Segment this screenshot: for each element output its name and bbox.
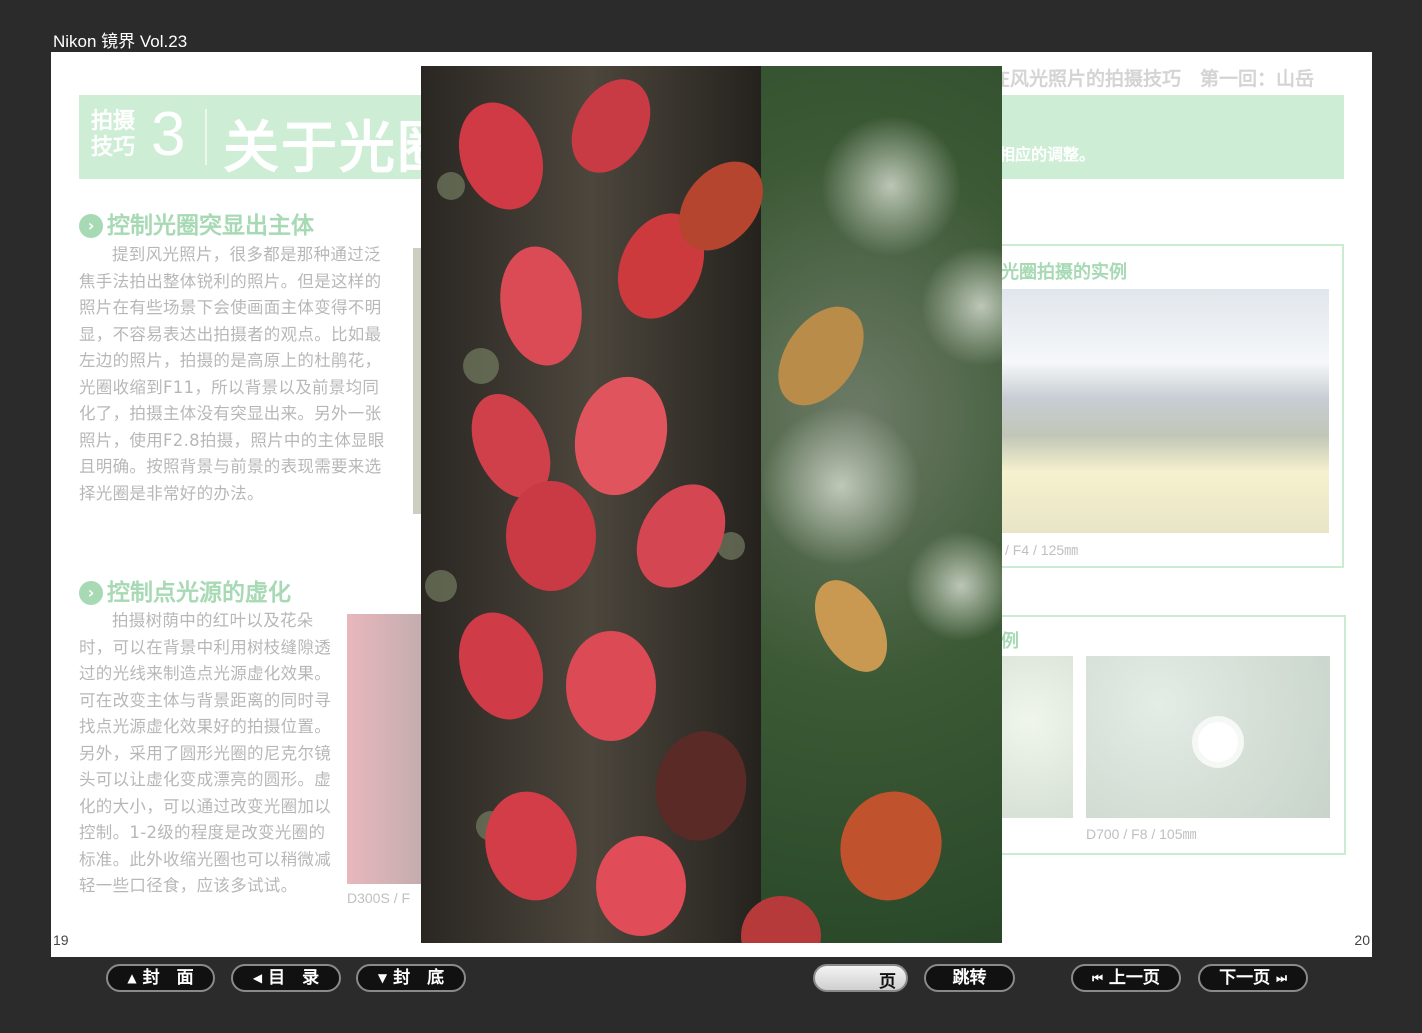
back-cover-button[interactable]: ▼ 封 底 xyxy=(356,964,466,992)
section2-heading: › 控制点光源的虚化 xyxy=(79,573,291,607)
next-page-button[interactable]: 下一页 ⏭ xyxy=(1198,964,1308,992)
example-box-2-caption: D700 / F8 / 105㎜ xyxy=(1086,826,1197,842)
example-box-1-caption: / F4 / 125㎜ xyxy=(1005,542,1079,558)
title-number: 3 xyxy=(151,100,186,169)
title-separator xyxy=(205,109,207,165)
page-number-right: 20 xyxy=(1354,932,1370,948)
left-triangle-icon: ◀ xyxy=(252,971,263,985)
ivy-photo xyxy=(421,66,1002,943)
example-box-2-title: 例 xyxy=(1001,631,1019,652)
flower-image xyxy=(1198,722,1238,762)
section2-photo xyxy=(347,614,427,884)
toc-button[interactable]: ◀ 目 录 xyxy=(231,964,341,992)
page-number-field[interactable]: 页 xyxy=(813,964,908,992)
section2-body: 拍摄树荫中的红叶以及花朵时，可以在背景中利用树枝缝隙透过的光线来制造点光源虚化效… xyxy=(79,611,331,895)
skip-forward-icon: ⏭ xyxy=(1276,971,1287,985)
title-kicker: 拍摄 技巧 xyxy=(91,109,136,160)
section1-body: 提到风光照片，很多都是那种通过泛焦手法拍出整体锐利的照片。但是这样的照片在有些场… xyxy=(79,245,385,503)
series-title: 在风光照片的拍摄技巧 第一回：山岳 xyxy=(991,68,1315,90)
mountain-photo xyxy=(1001,289,1329,533)
skip-back-icon: ⏮ xyxy=(1092,971,1103,985)
page-number-left: 19 xyxy=(53,932,69,948)
section2-caption: D300S / F xyxy=(347,890,411,906)
example-box-1-title: 光圈拍摄的实例 xyxy=(1001,262,1127,283)
jump-button[interactable]: 跳转 xyxy=(924,964,1015,992)
down-triangle-icon: ▼ xyxy=(377,971,388,985)
page-unit-label: 页 xyxy=(879,972,896,992)
magazine-spread: 在风光照片的拍摄技巧 第一回：山岳 拍摄 技巧 3 关于光圈 相应的调整。 › 控… xyxy=(51,52,1372,957)
bokeh-photo-1 xyxy=(1001,656,1073,818)
bokeh-photo-2 xyxy=(1086,656,1330,818)
enlarged-photo-overlay[interactable] xyxy=(421,66,1002,943)
app-title: Nikon 镜界 Vol.23 xyxy=(53,32,188,51)
up-triangle-icon: ▲ xyxy=(127,971,137,985)
chevron-right-icon: › xyxy=(79,581,103,605)
chevron-right-icon: › xyxy=(79,214,103,238)
cover-button[interactable]: ▲ 封 面 xyxy=(106,964,215,992)
section1-heading: › 控制光圈突显出主体 xyxy=(79,206,314,240)
page-number-input[interactable] xyxy=(825,968,875,988)
prev-page-button[interactable]: ⏮ 上一页 xyxy=(1071,964,1181,992)
title-description: 相应的调整。 xyxy=(999,145,1096,164)
